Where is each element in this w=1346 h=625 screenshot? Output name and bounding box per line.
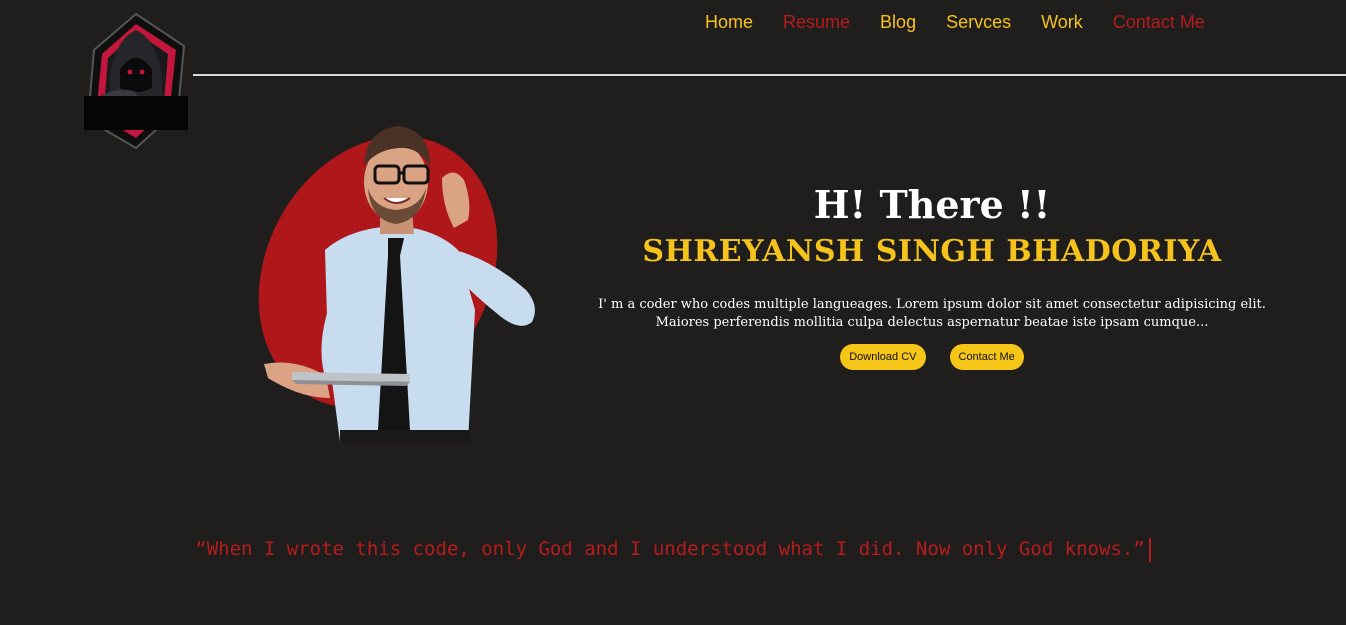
quote-text: “When I wrote this code, only God and I …	[195, 538, 1145, 560]
nav-resume[interactable]: Resume	[783, 12, 850, 33]
hooded-hacker-logo-icon[interactable]	[80, 10, 192, 152]
main-nav: Home Resume Blog Servces Work Contact Me	[690, 8, 1220, 36]
nav-contact-me[interactable]: Contact Me	[1113, 12, 1205, 33]
quote: “When I wrote this code, only God and I …	[0, 535, 1346, 563]
businessman-with-laptop-icon	[258, 126, 535, 442]
nav-blog[interactable]: Blog	[880, 12, 916, 33]
typing-caret	[1148, 537, 1151, 562]
hero-text: H! There !! SHREYANSH SINGH BHADORIYA I'…	[576, 178, 1288, 370]
contact-me-button[interactable]: Contact Me	[949, 344, 1024, 370]
nav-services[interactable]: Servces	[946, 12, 1011, 33]
nav-work[interactable]: Work	[1041, 12, 1083, 33]
hero-name: SHREYANSH SINGH BHADORIYA	[642, 234, 1222, 269]
hero-buttons: Download CV Contact Me	[576, 344, 1288, 370]
download-cv-button[interactable]: Download CV	[840, 344, 926, 370]
hero-bio: I' m a coder who codes multiple langueag…	[598, 297, 1266, 330]
nav-divider	[193, 74, 1346, 76]
hero-greeting: H! There !!	[813, 182, 1051, 227]
nav-home[interactable]: Home	[705, 12, 753, 33]
